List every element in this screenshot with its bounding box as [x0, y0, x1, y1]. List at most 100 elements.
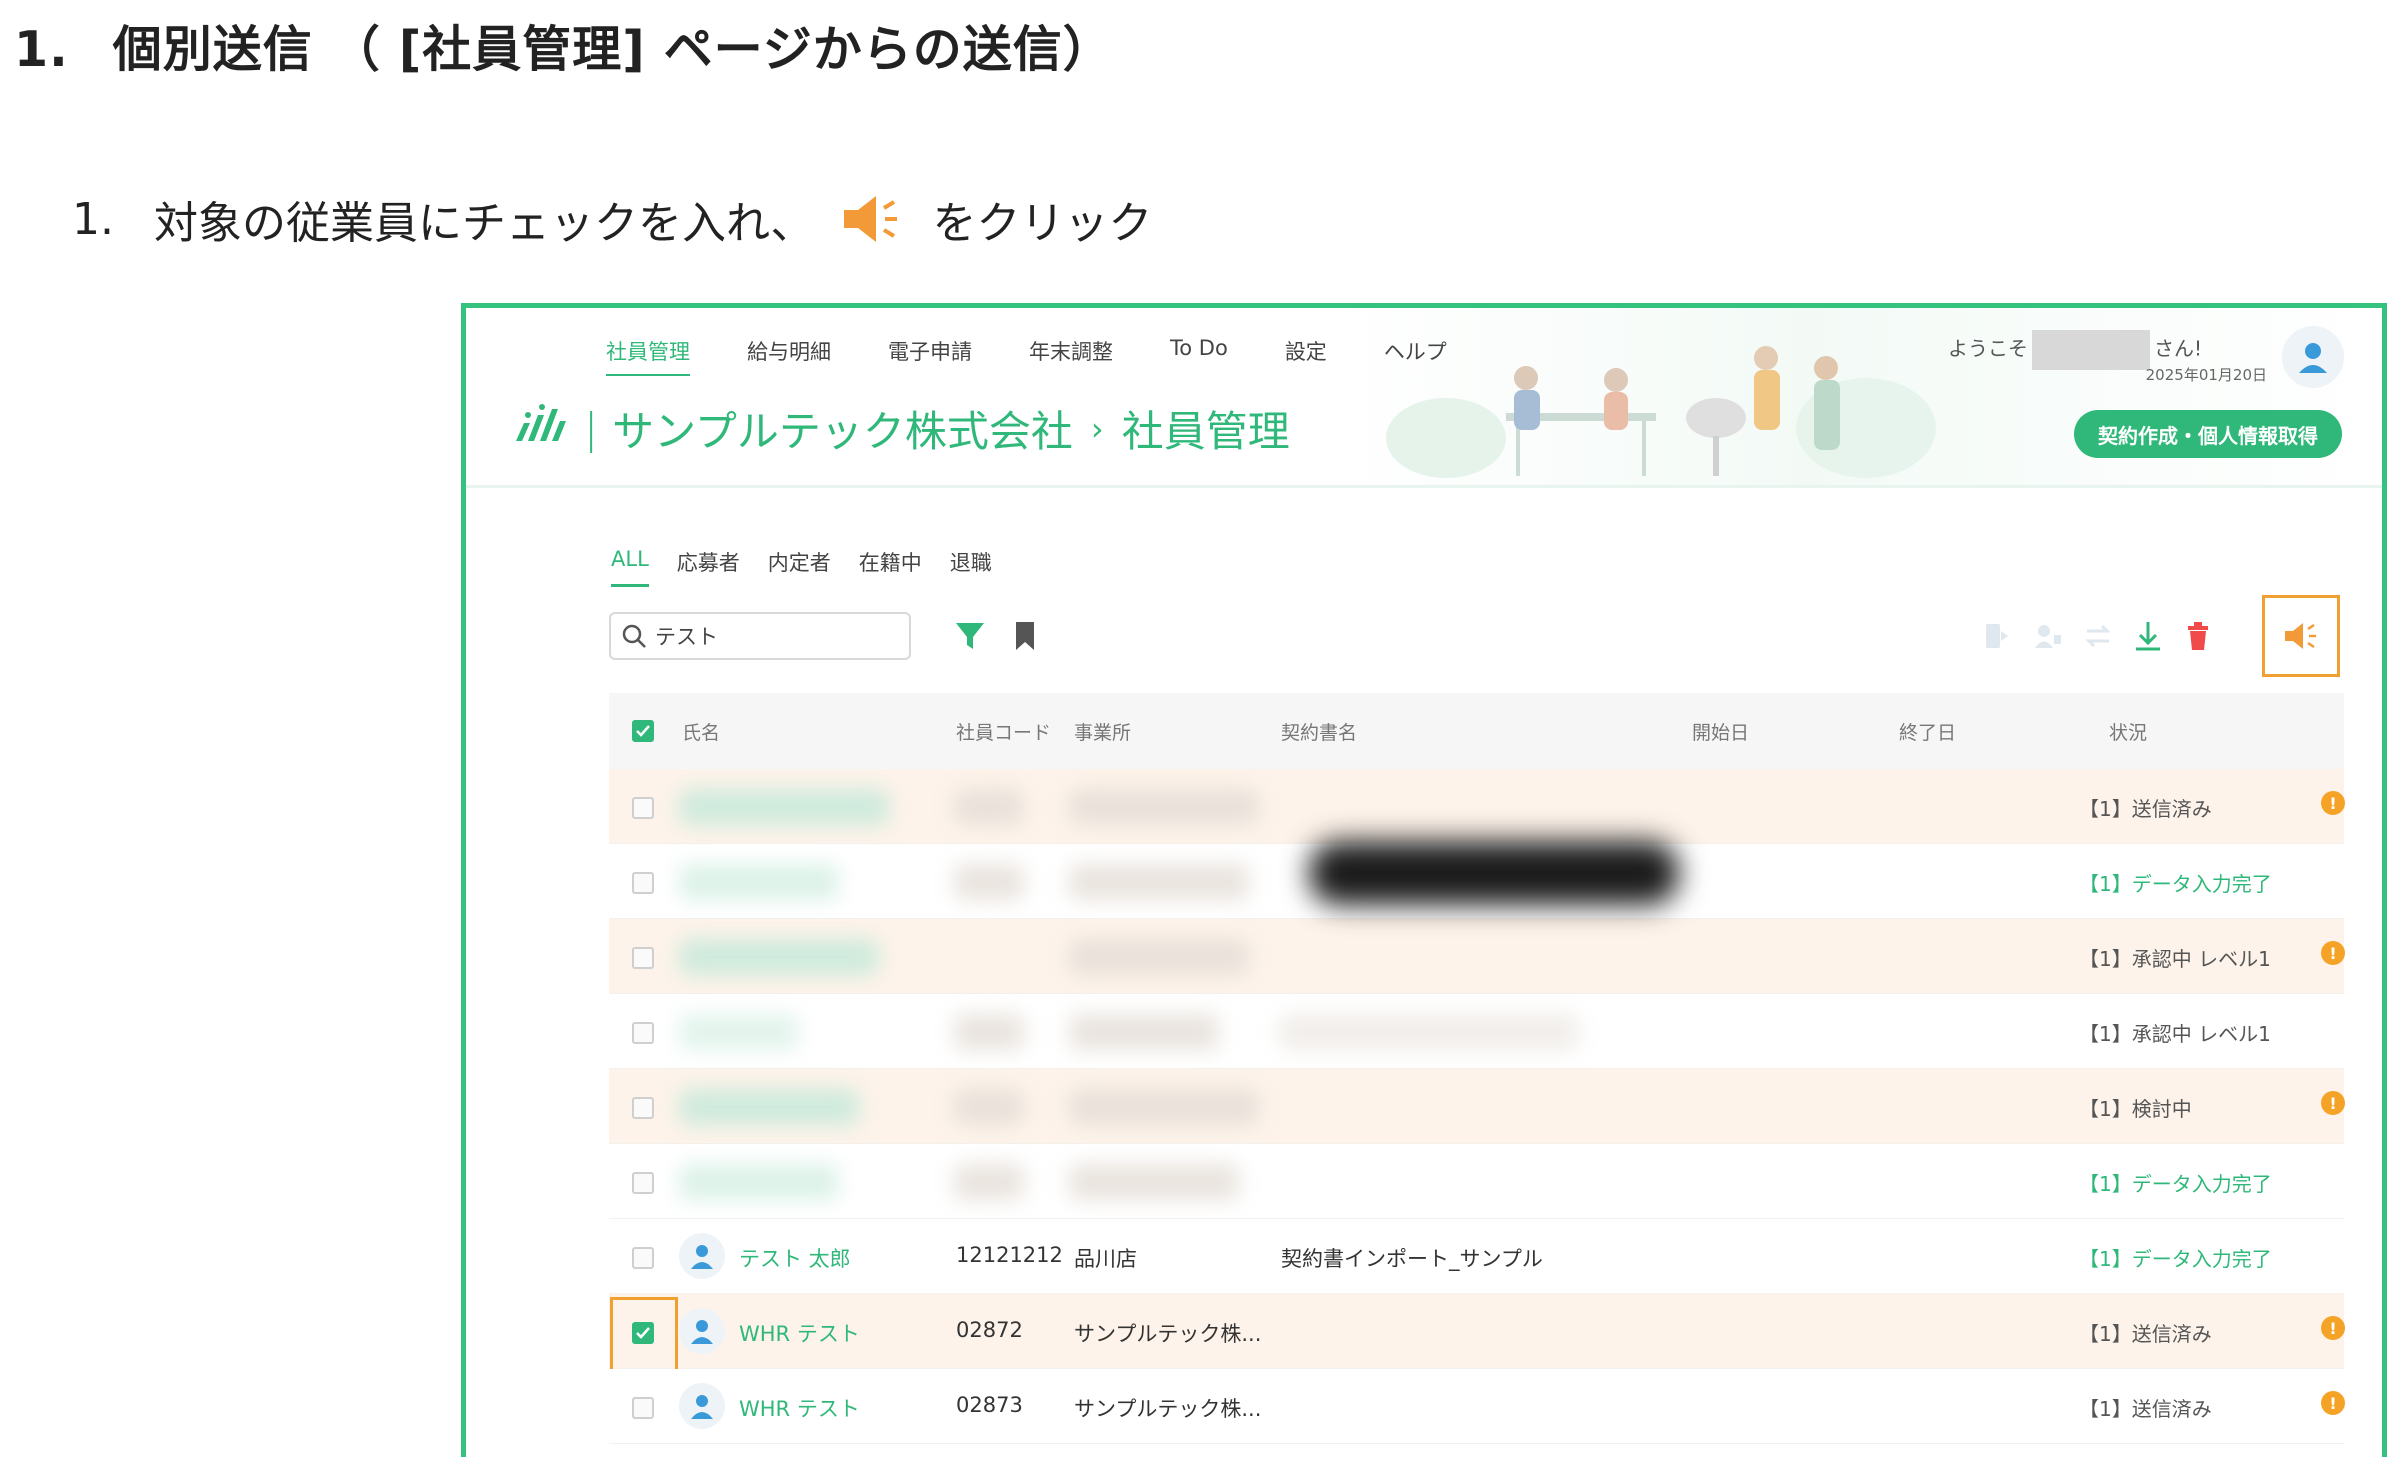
tab-employed[interactable]: 在籍中 — [859, 547, 922, 587]
status-tabs: ALL 応募者 内定者 在籍中 退職 — [611, 547, 1020, 587]
employee-name-link[interactable]: WHR テスト — [739, 1393, 860, 1423]
user-transfer-icon[interactable] — [2028, 616, 2068, 656]
nav-todo[interactable]: To Do — [1170, 336, 1228, 376]
document-icon[interactable] — [1976, 616, 2016, 656]
col-office[interactable]: 事業所 — [1074, 718, 1131, 745]
warning-icon: ! — [2321, 1091, 2345, 1115]
blurred-code — [954, 789, 1024, 825]
blurred-office — [1069, 1164, 1239, 1200]
blurred-name — [679, 789, 889, 825]
masked-username — [2031, 330, 2150, 370]
nav-settings[interactable]: 設定 — [1285, 336, 1327, 376]
status-text: 【1】送信済み — [2079, 797, 2212, 821]
nav-employee-management[interactable]: 社員管理 — [606, 336, 690, 376]
contract-name: 契約書インポート_サンプル — [1281, 1247, 1543, 1271]
bookmark-icon[interactable] — [1012, 620, 1038, 652]
search-box — [609, 612, 911, 660]
office-name: サンプルテック株... — [1074, 1322, 1262, 1346]
top-nav: 社員管理 給与明細 電子申請 年末調整 To Do 設定 ヘルプ — [606, 336, 1504, 376]
blurred-name — [679, 864, 839, 900]
tab-retired[interactable]: 退職 — [950, 547, 992, 587]
blurred-name — [679, 1089, 859, 1125]
employee-name-link[interactable]: テスト 太郎 — [739, 1243, 851, 1273]
col-name[interactable]: 氏名 — [682, 718, 720, 745]
nav-e-application[interactable]: 電子申請 — [888, 336, 972, 376]
app-logo — [516, 404, 566, 441]
col-code[interactable]: 社員コード — [956, 718, 1051, 745]
row-checkbox[interactable] — [632, 1247, 654, 1269]
select-all-checkbox[interactable] — [632, 720, 654, 742]
table-row[interactable]: 【1】承認中 レベル1 ! — [609, 919, 2345, 994]
search-icon — [622, 624, 646, 648]
status-text: 【1】検討中 — [2079, 1097, 2192, 1121]
page-title: | サンプルテック株式会社 › 社員管理 — [584, 398, 1290, 459]
trash-icon[interactable] — [2178, 616, 2218, 656]
table-row[interactable]: 【1】データ入力完了 — [609, 1144, 2344, 1219]
blurred-office — [1069, 939, 1249, 975]
employee-table: 氏名 社員コード 事業所 契約書名 開始日 終了日 状況 【1】送信済み ! 【… — [609, 693, 2345, 1444]
blurred-code — [954, 1089, 1024, 1125]
nav-help[interactable]: ヘルプ — [1384, 336, 1447, 376]
user-icon — [679, 1308, 725, 1354]
employee-name-link[interactable]: WHR テスト — [739, 1318, 860, 1348]
col-end[interactable]: 終了日 — [1899, 718, 1956, 745]
row-checkbox[interactable] — [632, 947, 654, 969]
user-icon — [679, 1233, 725, 1279]
table-row[interactable]: WHR テスト 02872 サンプルテック株... 【1】送信済み ! — [609, 1294, 2345, 1372]
step-instruction: 1. 対象の従業員にチェックを入れ、 をクリック — [72, 184, 1152, 254]
table-row[interactable]: テスト 太郎 12121212 品川店 契約書インポート_サンプル 【1】データ… — [609, 1219, 2344, 1294]
col-start[interactable]: 開始日 — [1692, 718, 1749, 745]
blurred-office — [1069, 789, 1259, 825]
blurred-office — [1069, 1089, 1259, 1125]
row-checkbox[interactable] — [632, 1172, 654, 1194]
office-name: サンプルテック株... — [1074, 1397, 1262, 1421]
step-text-before: 対象の従業員にチェックを入れ、 — [153, 198, 815, 249]
contract-create-button[interactable]: 契約作成・個人情報取得 — [2074, 410, 2342, 458]
tab-applicants[interactable]: 応募者 — [677, 547, 740, 587]
step-text-after: をクリック — [932, 198, 1153, 249]
status-text: 【1】承認中 レベル1 — [2079, 1022, 2271, 1046]
col-contract[interactable]: 契約書名 — [1281, 718, 1357, 745]
search-input[interactable] — [655, 624, 895, 648]
screenshot-frame: 社員管理 給与明細 電子申請 年末調整 To Do 設定 ヘルプ | サンプルテ… — [461, 303, 2387, 1457]
row-checkbox[interactable] — [632, 1397, 654, 1419]
title-separator: | — [584, 404, 599, 453]
status-text: 【1】データ入力完了 — [2079, 1172, 2272, 1196]
table-row[interactable]: 【1】送信済み ! — [609, 769, 2345, 844]
announce-icon — [836, 184, 906, 254]
row-checkbox[interactable] — [632, 872, 654, 894]
heading-text: 個別送信 （ [社員管理] ページからの送信） — [112, 21, 1113, 78]
announce-icon — [2285, 623, 2316, 649]
blurred-office — [1069, 1014, 1219, 1050]
step-number: 1. — [72, 193, 114, 245]
warning-icon: ! — [2321, 1316, 2345, 1340]
office-name: 品川店 — [1074, 1247, 1137, 1271]
redacted-contract — [1309, 841, 1679, 905]
announce-button[interactable] — [2262, 595, 2340, 677]
table-row[interactable]: 【1】検討中 ! — [609, 1069, 2345, 1144]
warning-icon: ! — [2321, 941, 2345, 965]
app-header: 社員管理 給与明細 電子申請 年末調整 To Do 設定 ヘルプ | サンプルテ… — [466, 308, 2382, 488]
row-checkbox[interactable] — [632, 797, 654, 819]
filter-icon[interactable] — [954, 619, 986, 653]
table-row[interactable]: WHR テスト 02873 サンプルテック株... 【1】送信済み ! — [609, 1369, 2345, 1444]
employee-code: 02872 — [956, 1318, 1023, 1342]
table-header: 氏名 社員コード 事業所 契約書名 開始日 終了日 状況 — [609, 693, 2344, 769]
user-icon — [679, 1383, 725, 1429]
swap-icon[interactable] — [2078, 616, 2118, 656]
nav-payslip[interactable]: 給与明細 — [747, 336, 831, 376]
blurred-code — [954, 864, 1024, 900]
table-row[interactable]: 【1】承認中 レベル1 — [609, 994, 2344, 1069]
nav-year-end[interactable]: 年末調整 — [1029, 336, 1113, 376]
row-checkbox[interactable] — [632, 1022, 654, 1044]
download-icon[interactable] — [2128, 616, 2168, 656]
warning-icon: ! — [2321, 1391, 2345, 1415]
row-checkbox[interactable] — [632, 1322, 654, 1344]
tab-offered[interactable]: 内定者 — [768, 547, 831, 587]
row-checkbox[interactable] — [632, 1097, 654, 1119]
user-avatar[interactable] — [2282, 326, 2344, 388]
status-text: 【1】データ入力完了 — [2079, 872, 2272, 896]
tab-all[interactable]: ALL — [611, 547, 649, 587]
section-heading: 1. 個別送信 （ [社員管理] ページからの送信） — [14, 10, 1113, 81]
col-status[interactable]: 状況 — [2109, 718, 2147, 745]
